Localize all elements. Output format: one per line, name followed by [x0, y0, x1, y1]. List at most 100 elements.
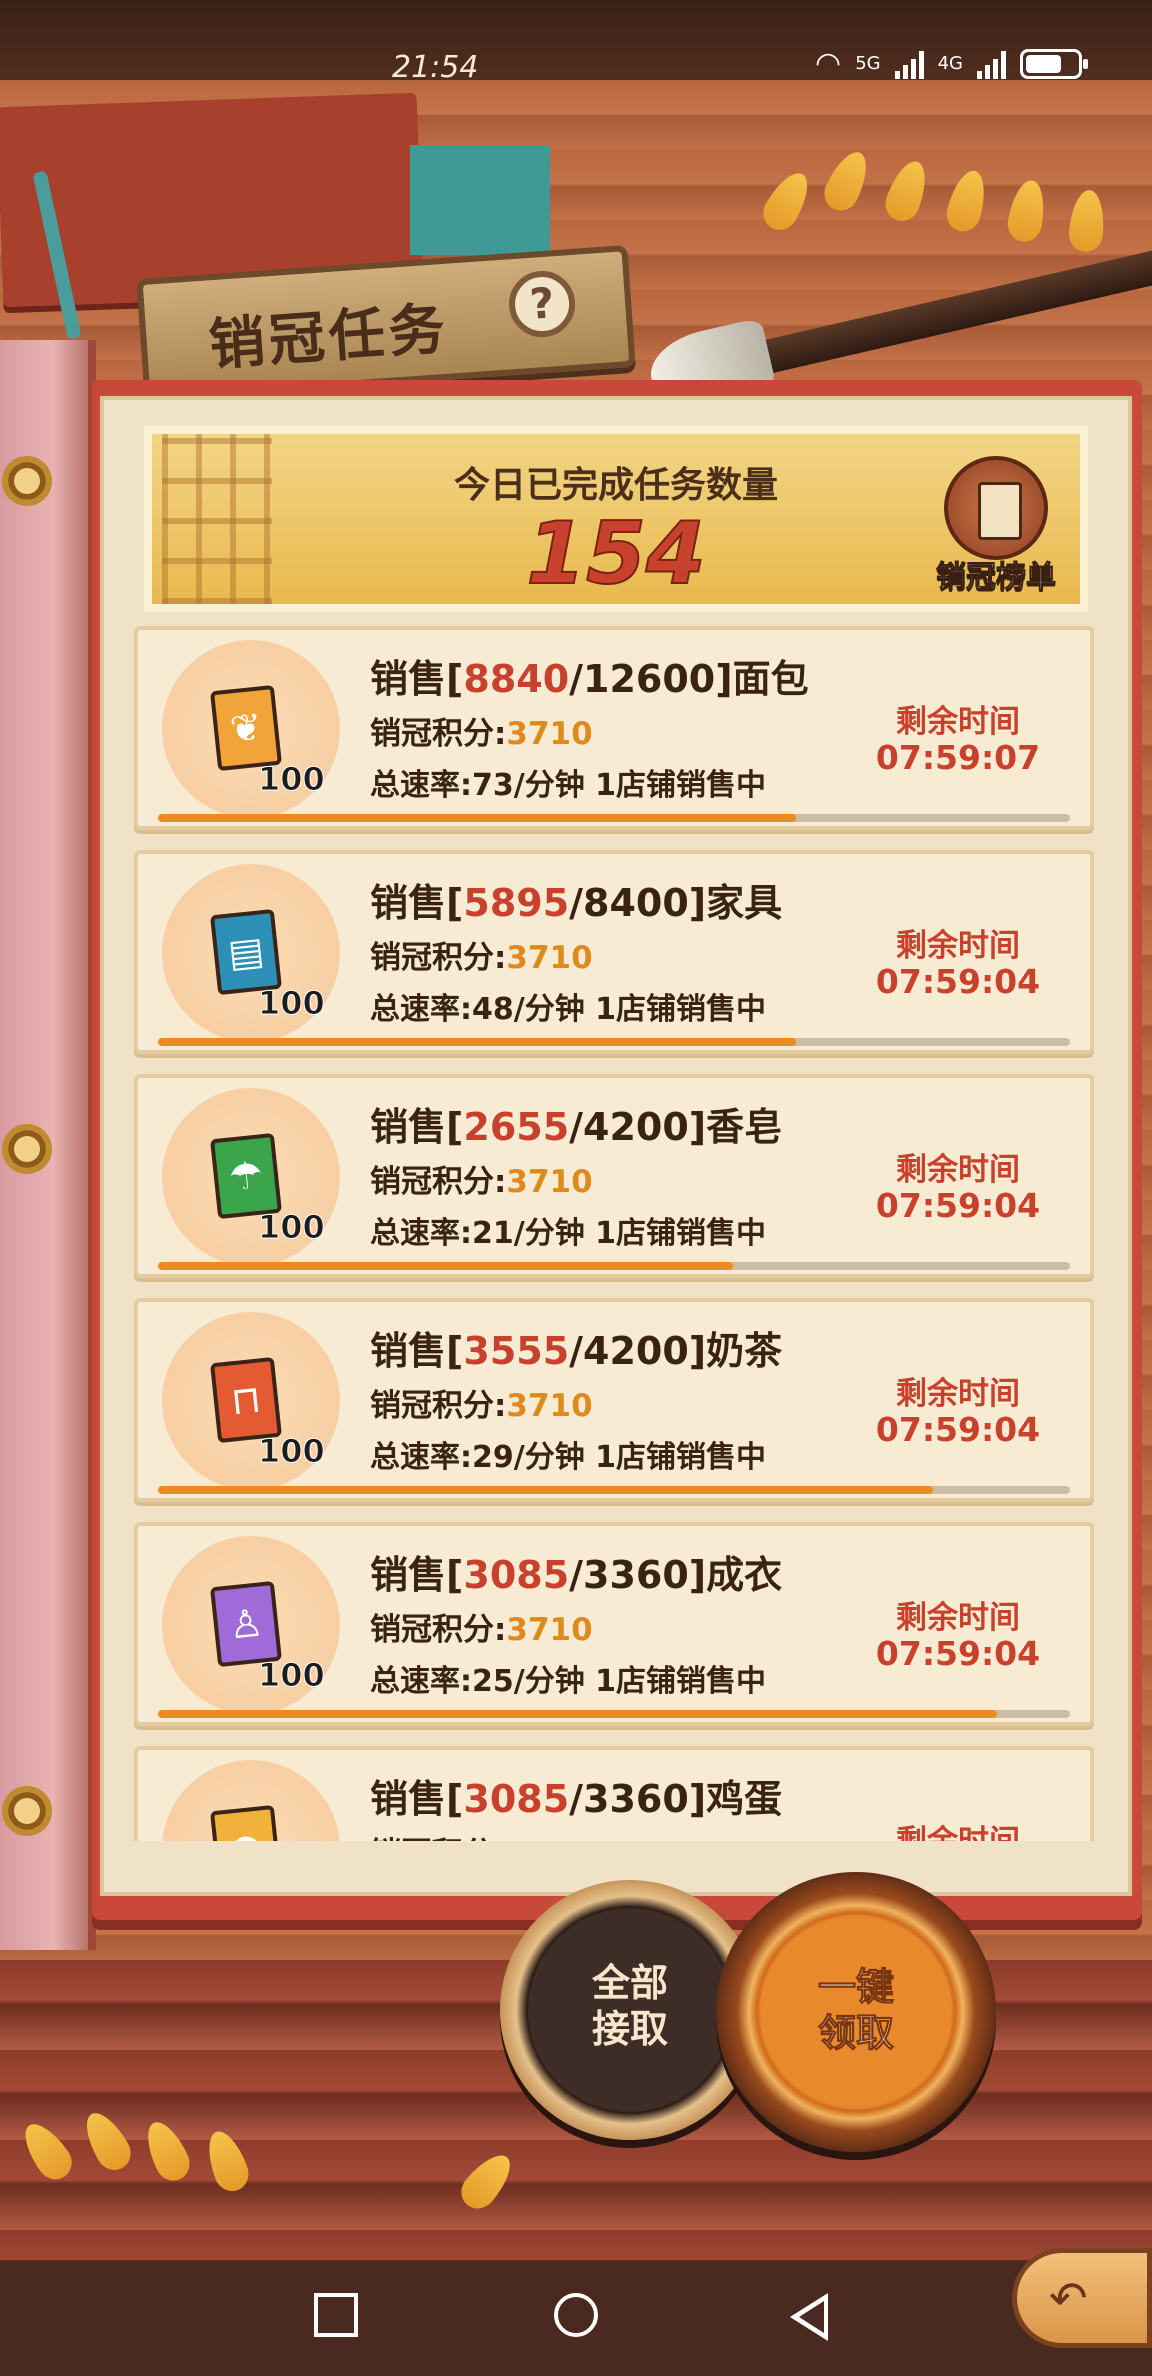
claim-all-button[interactable]: 一键 领取 — [716, 1872, 996, 2152]
task-current-sold: 3085 — [463, 1777, 570, 1821]
task-separator: / — [569, 1329, 584, 1373]
remaining-time-label: 剩余时间 — [878, 1816, 1038, 1841]
task-level: 100 — [258, 1656, 326, 1695]
task-card[interactable]: ● 100 销售[3085/3360]鸡蛋 销冠积分:3710 剩余时间 — [134, 1746, 1094, 1841]
task-panel-inner: 今日已完成任务数量 154 销冠榜单 ❦ 100 销售[8840/12600]面… — [100, 396, 1132, 1896]
task-points-value: 3710 — [506, 1164, 593, 1200]
help-button[interactable]: ? — [506, 268, 578, 340]
task-list[interactable]: ❦ 100 销售[8840/12600]面包 销冠积分:3710 总速率:73/… — [134, 626, 1094, 1841]
task-points-value: 3710 — [506, 1388, 593, 1424]
remaining-time-value: 07:59:04 — [875, 962, 1041, 1001]
recent-apps-icon[interactable] — [314, 2293, 358, 2337]
battery-icon — [1020, 48, 1088, 79]
task-progress-fill — [158, 1262, 733, 1270]
furniture-icon: ▤ — [209, 908, 283, 996]
task-target: 3360 — [583, 1553, 689, 1597]
task-title: 销售[3085/3360]鸡蛋 — [370, 1768, 782, 1823]
ring-decoration — [2, 456, 52, 506]
task-level: 100 — [258, 1432, 326, 1471]
soap-icon: ☂ — [209, 1132, 283, 1220]
task-card[interactable]: ☂ 100 销售[2655/4200]香皂 销冠积分:3710 总速率:21/分… — [134, 1074, 1094, 1278]
task-progress-fill — [158, 1486, 934, 1494]
task-separator: / — [569, 1553, 584, 1597]
task-points-label: 销冠积分: — [370, 940, 507, 976]
leaderboard-label: 销冠榜单 — [936, 560, 1057, 596]
scroll-icon — [944, 456, 1048, 560]
ring-decoration — [2, 1786, 52, 1836]
signal-icon — [894, 49, 924, 79]
task-title: 销售[3085/3360]成衣 — [370, 1544, 782, 1599]
task-points-label: 销冠积分: — [370, 1164, 507, 1200]
status-time: 21:54 — [392, 50, 479, 85]
task-points-label: 销冠积分: — [370, 1388, 507, 1424]
task-level: 100 — [258, 760, 326, 799]
task-badge: ♙ 100 — [162, 1536, 340, 1714]
task-points: 销冠积分:3710 — [370, 1604, 593, 1649]
task-progress-fill — [158, 1038, 797, 1046]
return-button[interactable]: ↶ — [1012, 2248, 1152, 2348]
page-title: 销冠任务 — [206, 296, 451, 379]
task-title: 销售[8840/12600]面包 — [370, 648, 809, 703]
task-panel: 今日已完成任务数量 154 销冠榜单 ❦ 100 销售[8840/12600]面… — [92, 380, 1142, 1920]
remaining-time-value: 07:59:04 — [875, 1186, 1041, 1225]
task-card[interactable]: ⊓ 100 销售[3555/4200]奶茶 销冠积分:3710 总速率:29/分… — [134, 1298, 1094, 1502]
wifi-icon: ◠ — [815, 46, 842, 81]
task-card[interactable]: ▤ 100 销售[5895/8400]家具 销冠积分:3710 总速率:48/分… — [134, 850, 1094, 1054]
task-title-prefix: 销售[ — [370, 657, 464, 701]
task-product: ]面包 — [715, 657, 809, 701]
task-points-value: 3710 — [506, 940, 593, 976]
task-card[interactable]: ♙ 100 销售[3085/3360]成衣 销冠积分:3710 总速率:25/分… — [134, 1522, 1094, 1726]
task-current-sold: 3085 — [463, 1553, 570, 1597]
home-icon[interactable] — [554, 2293, 598, 2337]
task-points: 销冠积分:3710 — [370, 708, 593, 753]
task-separator: / — [569, 1777, 584, 1821]
egg-icon: ● — [209, 1804, 283, 1841]
task-badge: ❦ 100 — [162, 640, 340, 818]
milk-tea-icon: ⊓ — [209, 1356, 283, 1444]
summary-banner: 今日已完成任务数量 154 销冠榜单 — [144, 426, 1088, 612]
task-points-label: 销冠积分: — [370, 1612, 507, 1648]
remaining-time-label: 剩余时间 — [896, 1600, 1020, 1636]
leaderboard-button[interactable]: 销冠榜单 — [926, 456, 1066, 596]
task-rate: 总速率:21/分钟 1店铺销售中 — [370, 1216, 767, 1251]
task-progress-bar — [158, 1262, 1070, 1270]
task-separator: / — [569, 1105, 584, 1149]
task-target: 3360 — [583, 1777, 689, 1821]
task-title-prefix: 销售[ — [370, 1777, 464, 1821]
task-current-sold: 8840 — [463, 657, 570, 701]
task-badge: ▤ 100 — [162, 864, 340, 1042]
task-rate: 总速率:29/分钟 1店铺销售中 — [370, 1440, 767, 1475]
task-points: 销冠积分:3710 — [370, 1380, 593, 1425]
remaining-time-label: 剩余时间 — [896, 1376, 1020, 1412]
network-label-4g: 4G — [937, 53, 963, 74]
task-badge: ⊓ 100 — [162, 1312, 340, 1490]
task-progress-bar — [158, 1486, 1070, 1494]
task-badge: ☂ 100 — [162, 1088, 340, 1266]
task-title-prefix: 销售[ — [370, 1553, 464, 1597]
task-separator: / — [569, 657, 584, 701]
remaining-time-label: 剩余时间 — [896, 928, 1020, 964]
task-points-value: 3710 — [506, 1612, 593, 1648]
task-product: ]成衣 — [688, 1553, 783, 1597]
task-progress-bar — [158, 1710, 1070, 1718]
task-card[interactable]: ❦ 100 销售[8840/12600]面包 销冠积分:3710 总速率:73/… — [134, 626, 1094, 830]
task-current-sold: 5895 — [463, 881, 570, 925]
wheat-icon: ❦ — [209, 684, 283, 772]
task-title-prefix: 销售[ — [370, 881, 464, 925]
task-level: 100 — [258, 1208, 326, 1247]
back-icon[interactable] — [790, 2293, 828, 2341]
remaining-time-label: 剩余时间 — [896, 704, 1020, 740]
task-title: 销售[2655/4200]香皂 — [370, 1096, 782, 1151]
task-progress-bar — [158, 814, 1070, 822]
task-current-sold: 2655 — [463, 1105, 570, 1149]
task-rate: 总速率:48/分钟 1店铺销售中 — [370, 992, 767, 1027]
task-target: 12600 — [583, 657, 716, 701]
task-points: 销冠积分:3710 — [370, 932, 593, 977]
task-product: ]鸡蛋 — [688, 1777, 783, 1821]
task-separator: / — [569, 881, 584, 925]
task-title-prefix: 销售[ — [370, 1105, 464, 1149]
ring-decoration — [2, 1124, 52, 1174]
task-rate: 总速率:73/分钟 1店铺销售中 — [370, 768, 767, 803]
status-icons: ◠ 5G 4G — [815, 46, 1088, 81]
remaining-time-value: 07:59:07 — [875, 738, 1041, 777]
